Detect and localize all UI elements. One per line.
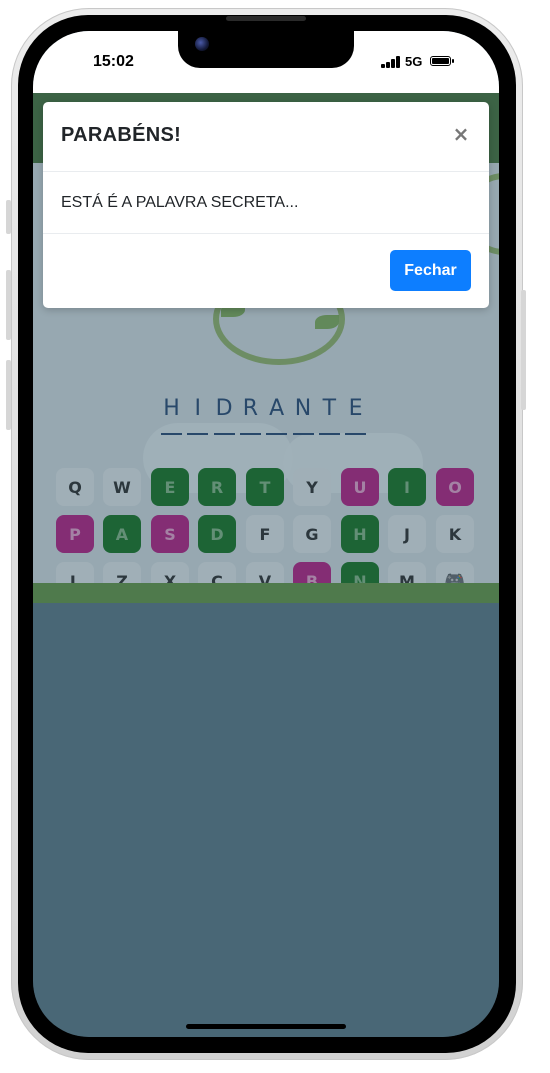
signal-icon xyxy=(381,56,403,68)
close-icon[interactable]: × xyxy=(449,122,473,148)
network-label: 5G xyxy=(405,54,423,69)
volume-up-button xyxy=(6,270,11,340)
mute-switch xyxy=(6,200,11,234)
status-time: 15:02 xyxy=(93,53,134,70)
modal-header: PARABÉNS! × xyxy=(43,102,489,172)
phone-screen: 15:02 5G HIDRANTE QWERTYUIOPASDFGHJKLZXC… xyxy=(33,31,499,1037)
modal-footer: Fechar xyxy=(43,234,489,308)
modal-message: ESTÁ É A PALAVRA SECRETA... xyxy=(61,194,299,211)
power-button xyxy=(521,290,526,410)
front-camera xyxy=(195,37,209,51)
volume-down-button xyxy=(6,360,11,430)
modal-title: PARABÉNS! xyxy=(61,124,182,146)
modal-body: ESTÁ É A PALAVRA SECRETA... xyxy=(43,172,489,234)
battery-icon xyxy=(430,56,454,66)
close-button[interactable]: Fechar xyxy=(390,250,471,291)
home-indicator[interactable] xyxy=(186,1024,346,1029)
speaker-grille xyxy=(226,16,306,21)
congrats-modal: PARABÉNS! × ESTÁ É A PALAVRA SECRETA... … xyxy=(43,102,489,308)
